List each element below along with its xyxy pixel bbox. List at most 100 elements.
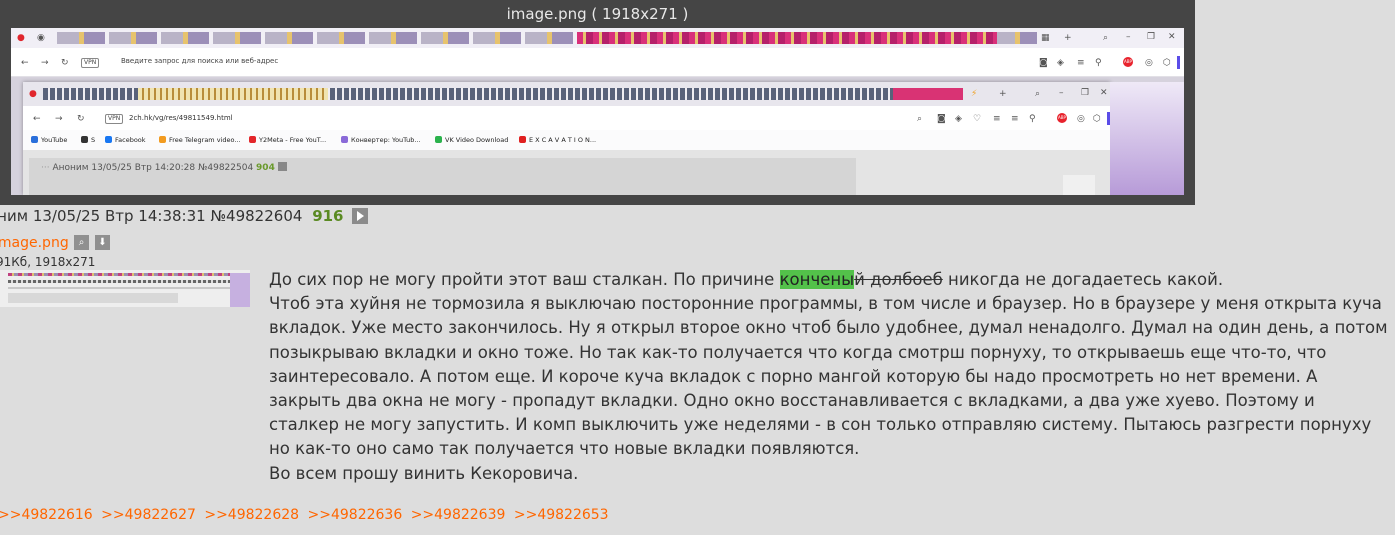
camera-icon: ◙ xyxy=(1039,58,1048,68)
reply-link[interactable]: >>49822639 xyxy=(411,507,506,523)
minimize-icon: – xyxy=(1126,32,1131,42)
inner-page: ··· Аноним 13/05/25 Втр 14:20:28 №498225… xyxy=(23,150,1110,195)
strikethrough-text: й долбоеб xyxy=(854,270,943,289)
reply-link[interactable]: >>49822653 xyxy=(514,507,609,523)
search-tabs-icon: ⌕ xyxy=(1035,89,1041,99)
background-desktop xyxy=(1110,82,1184,195)
menu-icon: ≡ xyxy=(1011,114,1019,124)
vk-icon xyxy=(435,136,442,143)
image-thumbnail[interactable] xyxy=(0,270,250,307)
bookmark-s: S xyxy=(81,136,95,144)
close-icon: ✕ xyxy=(1168,32,1176,42)
extensions-cube-icon: ⬡ xyxy=(1093,114,1101,124)
inner-tab-strip xyxy=(43,88,963,100)
reload-icon: ↻ xyxy=(77,114,85,124)
vpn-badge: VPN xyxy=(81,58,100,68)
bookmarks-bar: YouTube S Facebook Free Telegram video..… xyxy=(23,130,1110,151)
bookmark-vk-video: VK Video Download xyxy=(435,136,508,144)
post-last-line: Во всем прошу винить Кекоровича. xyxy=(269,463,579,483)
facebook-icon xyxy=(105,136,112,143)
post-number[interactable]: №49822604 xyxy=(210,207,302,225)
post-paragraph: Чтоб эта хуйня не тормозила я выключаю п… xyxy=(269,294,1388,459)
reply-link[interactable]: >>49822628 xyxy=(204,507,299,523)
post-line-1: До сих пор не могу пройти этот ваш сталк… xyxy=(269,270,1224,289)
outer-address-text: Введите запрос для поиска или веб-адрес xyxy=(121,57,279,65)
image-preview-overlay[interactable]: image.png ( 1918x271 ) ● ◉ ▦ + ⌕ – ❐ ✕ ←… xyxy=(0,0,1195,205)
preview-screenshot: ● ◉ ▦ + ⌕ – ❐ ✕ ← → ↻ VPN Введите запрос… xyxy=(11,28,1184,195)
y2meta-icon xyxy=(249,136,256,143)
account-icon: ⚲ xyxy=(1095,58,1102,68)
vpn-badge: VPN xyxy=(105,114,124,124)
play-icon xyxy=(277,162,287,171)
inner-address-bar: ← → ↻ VPN 2ch.hk/vg/res/49811549.html ⌕ … xyxy=(23,106,1110,130)
new-tab-icon: + xyxy=(999,89,1007,99)
inner-url: 2ch.hk/vg/res/49811549.html xyxy=(129,114,233,122)
opera-logo-icon: ● xyxy=(17,33,25,43)
youtube-icon xyxy=(31,136,38,143)
reply-link[interactable]: >>49822616 xyxy=(0,507,93,523)
inner-side-panel xyxy=(1063,175,1095,195)
post-header: оним 13/05/25 Втр 14:38:31 №49822604 916 xyxy=(0,207,369,225)
opera-logo-icon: ● xyxy=(29,89,37,99)
post-body: До сих пор не могу пройти этот ваш сталк… xyxy=(269,268,1389,486)
outer-tab-strip xyxy=(57,32,1037,44)
extension-icon: ◎ xyxy=(1145,58,1153,68)
heart-icon: ♡ xyxy=(973,114,982,124)
outer-browser-tabbar: ● ◉ ▦ + ⌕ – ❐ ✕ xyxy=(11,28,1184,48)
reload-icon: ↻ xyxy=(61,58,69,68)
inner-post: ··· Аноним 13/05/25 Втр 14:20:28 №498225… xyxy=(29,158,856,195)
close-icon: ✕ xyxy=(1100,88,1108,98)
lightning-icon: ⚡ xyxy=(971,89,978,99)
converter-icon xyxy=(341,136,348,143)
reply-link[interactable]: >>49822627 xyxy=(101,507,196,523)
camera-icon: ◙ xyxy=(937,114,946,124)
inner-browser-window: ● ⚡ + ⌕ – ❐ ✕ ← → ↻ VPN 2ch.hk/vg/res/49… xyxy=(23,82,1110,195)
file-name-link[interactable]: image.png xyxy=(0,235,69,251)
tab-overview-icon: ▦ xyxy=(1041,33,1050,43)
post-menu-icon[interactable] xyxy=(352,208,369,224)
menu-icon: ≡ xyxy=(1077,58,1085,68)
bookmark-y2meta: Y2Meta - Free YouT... xyxy=(249,136,326,144)
forward-icon: → xyxy=(55,114,63,124)
back-icon: ← xyxy=(33,114,41,124)
post-author: оним xyxy=(0,207,29,225)
forward-icon: → xyxy=(41,58,49,68)
tab-icon: ◉ xyxy=(37,33,45,43)
search-image-icon[interactable]: ⌕ xyxy=(74,235,89,250)
download-icon[interactable]: ⬇ xyxy=(95,235,110,250)
back-icon: ← xyxy=(21,58,29,68)
search-tabs-icon: ⌕ xyxy=(1103,33,1109,43)
bookmark-telegram-video: Free Telegram video... xyxy=(159,136,241,144)
inner-post-header: ··· Аноним 13/05/25 Втр 14:20:28 №498225… xyxy=(41,162,287,173)
restore-icon: ❐ xyxy=(1147,32,1156,42)
file-meta: 91Кб, 1918x271 xyxy=(0,255,96,269)
post-count: 916 xyxy=(312,207,344,225)
adblock-icon: ABP xyxy=(1057,113,1067,123)
new-tab-icon: + xyxy=(1064,33,1072,43)
wallet-icon: ◈ xyxy=(955,114,962,124)
reply-link[interactable]: >>49822636 xyxy=(308,507,403,523)
extension-icon: ◎ xyxy=(1077,114,1085,124)
telegram-video-icon xyxy=(159,136,166,143)
bookmark-youtube: YouTube xyxy=(31,136,67,144)
preview-title: image.png ( 1918x271 ) xyxy=(506,5,689,23)
post-date: 13/05/25 Втр 14:38:31 xyxy=(32,207,206,225)
bookmark-excavation: E X C A V A T I O N... xyxy=(519,136,596,144)
s-icon xyxy=(81,136,88,143)
restore-icon: ❐ xyxy=(1081,88,1090,98)
inner-tabbar: ● ⚡ + ⌕ – ❐ ✕ xyxy=(23,82,1110,106)
extensions-cube-icon: ⬡ xyxy=(1163,58,1171,68)
account-icon: ⚲ xyxy=(1029,114,1036,124)
wallet-icon: ◈ xyxy=(1057,58,1064,68)
outer-address-bar: ← → ↻ VPN Введите запрос для поиска или … xyxy=(11,48,1184,77)
menu-icon: ≡ xyxy=(993,114,1001,124)
adblock-icon: ABP xyxy=(1123,57,1133,67)
minimize-icon: – xyxy=(1059,88,1064,98)
bookmark-facebook: Facebook xyxy=(105,136,146,144)
zoom-icon: ⌕ xyxy=(917,114,923,124)
bookmark-converter: Конвертер: YouTub... xyxy=(341,136,421,144)
reply-links: >>49822616 >>49822627 >>49822628 >>49822… xyxy=(0,507,613,523)
highlighted-text: кончены xyxy=(779,270,855,289)
sidebar-indicator-icon xyxy=(1177,56,1180,69)
youtube-icon xyxy=(519,136,526,143)
